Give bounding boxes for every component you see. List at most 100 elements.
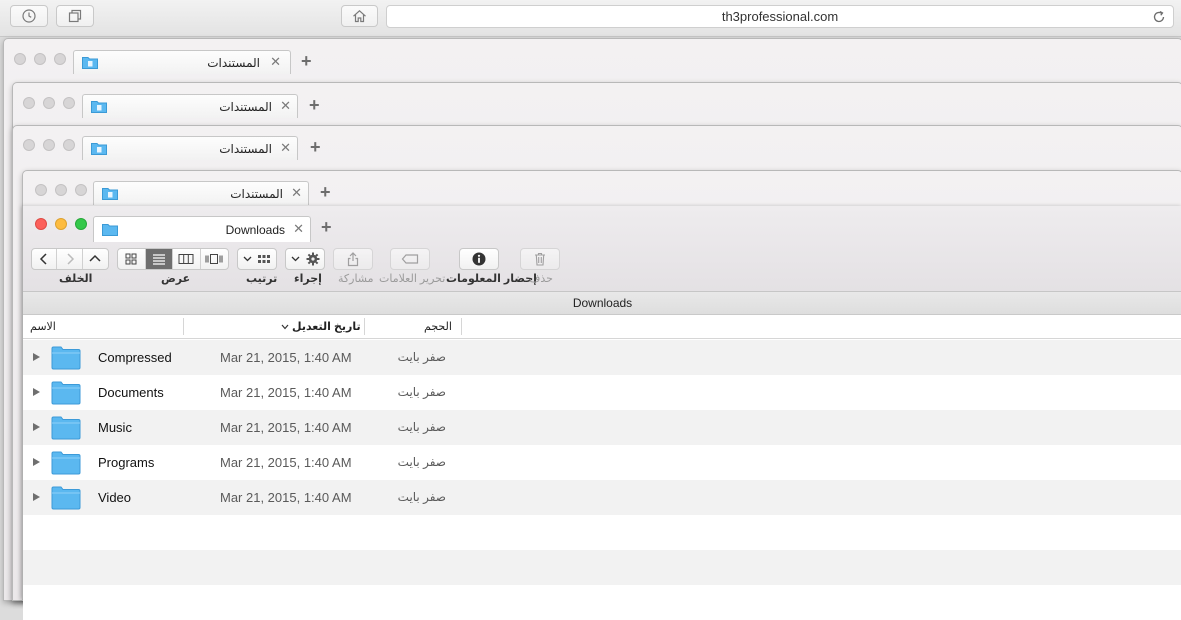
- minimize-button[interactable]: [55, 184, 67, 196]
- column-view-button[interactable]: [173, 249, 201, 269]
- list-view-button[interactable]: [145, 249, 173, 269]
- tab-documents[interactable]: المستندات ✕: [73, 50, 291, 74]
- zoom-button[interactable]: [63, 97, 75, 109]
- close-tab-icon[interactable]: ✕: [280, 98, 291, 114]
- column-divider[interactable]: [461, 318, 462, 335]
- column-divider[interactable]: [183, 318, 184, 335]
- file-size: صفر بايت: [397, 420, 446, 434]
- chevron-up-icon: [89, 254, 101, 262]
- zoom-button[interactable]: [75, 184, 87, 196]
- file-size: صفر بايت: [397, 490, 446, 504]
- tab-title: المستندات: [207, 56, 260, 70]
- arrange-grid-icon: [258, 255, 270, 263]
- close-tab-icon[interactable]: ✕: [270, 54, 281, 70]
- disclosure-triangle-icon[interactable]: [33, 493, 40, 501]
- get-info-button[interactable]: [459, 248, 499, 270]
- folder-icon: [51, 451, 81, 475]
- icon-view-button[interactable]: [118, 249, 146, 269]
- delete-button[interactable]: [520, 248, 560, 270]
- columns-icon: [178, 254, 194, 264]
- tab-documents[interactable]: المستندات ✕: [82, 94, 298, 118]
- chevron-down-icon: [243, 256, 252, 262]
- minimize-button[interactable]: [34, 53, 46, 65]
- coverflow-view-button[interactable]: [201, 249, 228, 269]
- name-column-header[interactable]: الاسم: [30, 320, 56, 333]
- folder-documents-icon: [91, 101, 107, 113]
- close-tab-icon[interactable]: ✕: [280, 140, 291, 156]
- table-row[interactable]: Compressed Mar 21, 2015, 1:40 AM صفر باي…: [23, 340, 1181, 375]
- tab-title: المستندات: [219, 100, 272, 114]
- close-button[interactable]: [35, 218, 47, 230]
- share-button[interactable]: [333, 248, 373, 270]
- file-size: صفر بايت: [397, 350, 446, 364]
- tab-documents[interactable]: المستندات ✕: [82, 136, 298, 160]
- minimize-button[interactable]: [43, 97, 55, 109]
- forward-button[interactable]: [57, 249, 83, 269]
- grid-icon: [125, 253, 137, 265]
- window-controls: [35, 184, 87, 196]
- minimize-button[interactable]: [55, 218, 67, 230]
- back-label: الخلف: [59, 273, 93, 285]
- tabs-overview-button[interactable]: [56, 5, 94, 27]
- trash-icon: [535, 252, 545, 266]
- disclosure-triangle-icon[interactable]: [33, 388, 40, 396]
- coverflow-icon: [205, 254, 223, 264]
- folder-icon: [51, 346, 81, 370]
- close-button[interactable]: [14, 53, 26, 65]
- minimize-button[interactable]: [43, 139, 55, 151]
- back-button[interactable]: [32, 249, 58, 269]
- disclosure-triangle-icon[interactable]: [33, 353, 40, 361]
- close-tab-icon[interactable]: ✕: [291, 185, 302, 201]
- action-button[interactable]: [285, 248, 325, 270]
- disclosure-triangle-icon[interactable]: [33, 423, 40, 431]
- list-icon: [152, 254, 165, 265]
- size-column-header[interactable]: الحجم: [424, 320, 452, 333]
- new-tab-icon[interactable]: +: [309, 95, 320, 116]
- date-column-header[interactable]: تاريخ التعديل: [281, 320, 361, 333]
- tab-documents[interactable]: المستندات ✕: [93, 181, 309, 205]
- view-label: عرض: [161, 273, 191, 285]
- close-button[interactable]: [23, 97, 35, 109]
- window-controls: [23, 97, 75, 109]
- new-tab-icon[interactable]: +: [320, 182, 331, 203]
- disclosure-triangle-icon[interactable]: [33, 458, 40, 466]
- file-date: Mar 21, 2015, 1:40 AM: [220, 350, 352, 365]
- new-tab-icon[interactable]: +: [301, 51, 312, 72]
- window-title-bar: Downloads: [23, 292, 1181, 315]
- sort-chevron-down-icon: [281, 324, 289, 329]
- column-headers: الاسم تاريخ التعديل الحجم: [23, 315, 1181, 339]
- new-tab-icon[interactable]: +: [310, 137, 321, 158]
- edit-tags-button[interactable]: [390, 248, 430, 270]
- table-row[interactable]: Documents Mar 21, 2015, 1:40 AM صفر بايت: [23, 375, 1181, 410]
- delete-label: حذف: [529, 273, 553, 285]
- new-tab-icon[interactable]: +: [321, 217, 332, 238]
- table-row[interactable]: Video Mar 21, 2015, 1:40 AM صفر بايت: [23, 480, 1181, 515]
- empty-row: [23, 515, 1181, 550]
- reload-icon[interactable]: [1151, 9, 1167, 25]
- home-button[interactable]: [341, 5, 378, 27]
- chevron-right-icon: [66, 253, 74, 265]
- empty-row: [23, 550, 1181, 585]
- finder-window: Downloads ✕ + الخلف عرض ترتيب إجراء مشار…: [22, 206, 1181, 620]
- table-row[interactable]: Music Mar 21, 2015, 1:40 AM صفر بايت: [23, 410, 1181, 445]
- column-divider[interactable]: [364, 318, 365, 335]
- zoom-button[interactable]: [54, 53, 66, 65]
- history-button[interactable]: [10, 5, 48, 27]
- file-name: Music: [98, 420, 132, 435]
- table-row[interactable]: Programs Mar 21, 2015, 1:40 AM صفر بايت: [23, 445, 1181, 480]
- close-button[interactable]: [23, 139, 35, 151]
- tab-title: المستندات: [230, 187, 283, 201]
- tab-downloads[interactable]: Downloads ✕: [93, 216, 311, 242]
- date-column-label: تاريخ التعديل: [292, 321, 361, 333]
- action-label: إجراء: [294, 273, 322, 285]
- address-bar[interactable]: th3professional.com: [386, 5, 1174, 28]
- zoom-button[interactable]: [75, 218, 87, 230]
- arrange-button[interactable]: [237, 248, 277, 270]
- folder-documents-icon: [82, 57, 98, 69]
- close-button[interactable]: [35, 184, 47, 196]
- window-controls: [35, 218, 87, 230]
- enclosing-folder-button[interactable]: [83, 249, 108, 269]
- close-tab-icon[interactable]: ✕: [293, 221, 304, 237]
- file-name: Programs: [98, 455, 155, 470]
- zoom-button[interactable]: [63, 139, 75, 151]
